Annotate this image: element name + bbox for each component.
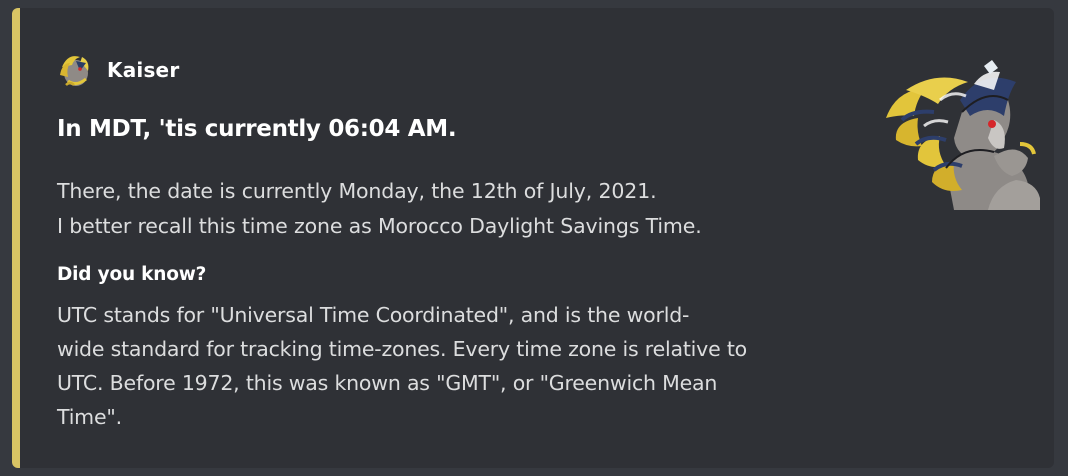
field-value-line: UTC. Before 1972, this was known as "GMT… (57, 371, 718, 395)
field-value-line: UTC stands for "Universal Time Coordinat… (57, 303, 690, 327)
embed-description: There, the date is currently Monday, the… (57, 174, 847, 244)
character-thumbnail-icon[interactable] (876, 60, 1044, 212)
field-value: UTC stands for "Universal Time Coordinat… (57, 298, 857, 434)
embed-title: In MDT, 'tis currently 06:04 AM. (57, 116, 457, 142)
embed-card: Kaiser In MDT, 'tis currently 06:04 AM. … (12, 8, 1054, 468)
field-name: Did you know? (57, 264, 207, 285)
description-line: I better recall this time zone as Morocc… (57, 214, 702, 238)
description-line: There, the date is currently Monday, the… (57, 179, 657, 203)
avatar-icon[interactable] (56, 51, 94, 89)
field-value-line: wide standard for tracking time-zones. E… (57, 337, 748, 361)
author-name[interactable]: Kaiser (107, 58, 179, 82)
field-value-line: Time". (57, 405, 122, 429)
embed-author: Kaiser (56, 51, 179, 89)
